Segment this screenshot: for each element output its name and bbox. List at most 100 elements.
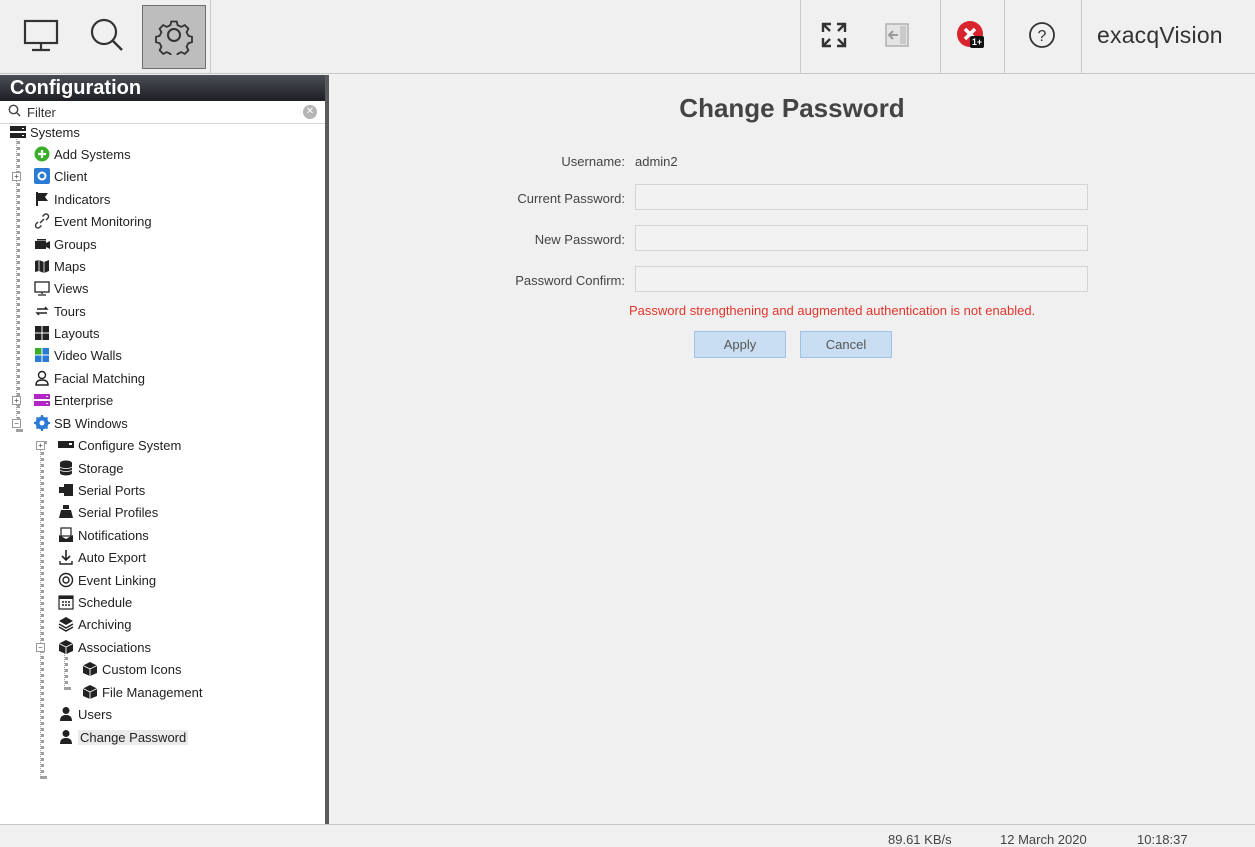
change-password-panel: Change Password Username: admin2 Current…: [329, 75, 1255, 824]
tree-item-groups[interactable]: Groups: [34, 234, 97, 254]
tree-item-label: Client: [54, 168, 88, 184]
database-icon: [58, 460, 74, 476]
tree-item-facial-matching[interactable]: Facial Matching: [34, 368, 145, 388]
tree-item-file-management[interactable]: File Management: [82, 682, 202, 702]
help-button[interactable]: ?: [1012, 5, 1072, 69]
layers-icon: [58, 616, 74, 632]
alert-count-badge: 1+: [970, 36, 984, 48]
tree-item-label: Add Systems: [54, 146, 131, 162]
tree-item-label: Configure System: [78, 437, 182, 453]
tree-item-sb-windows[interactable]: SB Windows: [34, 413, 128, 433]
toolbar-divider: [800, 0, 801, 74]
username-value: admin2: [635, 154, 678, 169]
tree-item-layouts[interactable]: Layouts: [34, 323, 100, 343]
cube-icon: [82, 661, 98, 677]
tree-line: [40, 441, 44, 779]
username-label: Username:: [561, 154, 625, 169]
new-password-field[interactable]: [635, 225, 1088, 251]
tree-item-label: Event Linking: [78, 572, 157, 588]
tree-item-change-password[interactable]: Change Password: [58, 727, 189, 747]
fullscreen-button[interactable]: [812, 5, 856, 69]
flag-icon: [34, 191, 50, 207]
tree-item-serial-ports[interactable]: Serial Ports: [58, 480, 145, 500]
user-icon: [58, 706, 74, 722]
cube-icon: [82, 684, 98, 700]
tree-item-add-systems[interactable]: Add Systems: [34, 144, 131, 164]
gear-icon: [154, 15, 194, 60]
search-icon: [8, 104, 21, 120]
live-view-button[interactable]: [9, 5, 73, 69]
expand-toggle[interactable]: +: [12, 172, 21, 181]
face-icon: [34, 370, 50, 386]
exit-panel-button[interactable]: [875, 5, 919, 69]
tree-item-label: Layouts: [54, 325, 100, 341]
tree-item-notifications[interactable]: Notifications: [58, 525, 149, 545]
tree-item-label: Associations: [78, 639, 151, 655]
tree-item-label: Auto Export: [78, 549, 146, 565]
current-password-label: Current Password:: [517, 191, 625, 206]
monitor-icon: [21, 15, 61, 60]
enterprise-icon: [34, 392, 50, 408]
cube-icon: [58, 639, 74, 655]
layout-icon: [34, 325, 50, 341]
tree-item-custom-icons[interactable]: Custom Icons: [82, 659, 181, 679]
tree-item-video-walls[interactable]: Video Walls: [34, 345, 122, 365]
tree-item-enterprise[interactable]: Enterprise: [34, 390, 113, 410]
tree-item-associations[interactable]: Associations: [58, 637, 151, 657]
confirm-password-field[interactable]: [635, 266, 1088, 292]
apply-button[interactable]: Apply: [694, 331, 786, 358]
collapse-toggle[interactable]: −: [36, 643, 45, 652]
tree-item-event-monitoring[interactable]: Event Monitoring: [34, 211, 152, 231]
toolbar-divider: [940, 0, 941, 74]
tree-item-label: Archiving: [78, 616, 132, 632]
tree-item-label: Users: [78, 706, 112, 722]
tree-item-systems[interactable]: Systems: [10, 122, 80, 142]
map-icon: [34, 258, 50, 274]
tree-item-label: Indicators: [54, 191, 111, 207]
search-icon: [87, 15, 127, 60]
device-icon: [58, 437, 74, 453]
cycle-icon: [34, 303, 50, 319]
tree-item-label: Systems: [30, 124, 80, 140]
configuration-button[interactable]: [142, 5, 206, 69]
tree-item-auto-export[interactable]: Auto Export: [58, 547, 146, 567]
collapse-panel-icon: [883, 21, 911, 54]
toolbar-divider: [1004, 0, 1005, 74]
tree-item-maps[interactable]: Maps: [34, 256, 86, 276]
tree-item-event-linking[interactable]: Event Linking: [58, 570, 156, 590]
tree-item-label: Event Monitoring: [54, 213, 152, 229]
page-title: Change Password: [679, 93, 905, 123]
status-time: 10:18:37: [1137, 832, 1188, 847]
brand-logo: exacqVision: [1097, 22, 1223, 48]
current-password-field[interactable]: [635, 184, 1088, 210]
clear-filter-icon[interactable]: ✕: [303, 105, 317, 119]
expand-toggle[interactable]: +: [36, 441, 45, 450]
tree-item-client[interactable]: Client: [34, 166, 87, 186]
collapse-toggle[interactable]: −: [12, 419, 21, 428]
tree-item-configure-system[interactable]: Configure System: [58, 435, 181, 455]
tree-item-storage[interactable]: Storage: [58, 458, 124, 478]
tree-item-views[interactable]: Views: [34, 278, 88, 298]
tree-item-archiving[interactable]: Archiving: [58, 614, 131, 634]
tree-item-indicators[interactable]: Indicators: [34, 189, 110, 209]
tree-item-label: File Management: [102, 684, 203, 700]
tree-item-serial-profiles[interactable]: Serial Profiles: [58, 502, 158, 522]
filter-placeholder: Filter: [27, 104, 56, 120]
filter-input[interactable]: Filter ✕: [0, 101, 325, 124]
cancel-button[interactable]: Cancel: [800, 331, 892, 358]
tree-item-users[interactable]: Users: [58, 704, 112, 724]
tree-item-label-selected: Change Password: [78, 729, 189, 745]
top-toolbar: 1+ ? exacqVision: [0, 0, 1255, 74]
expand-toggle[interactable]: +: [12, 396, 21, 405]
status-date: 12 March 2020: [1000, 832, 1087, 847]
tree-item-tours[interactable]: Tours: [34, 301, 86, 321]
help-icon: ?: [1027, 20, 1057, 55]
link-icon: [34, 213, 50, 229]
tree-item-label: Storage: [78, 460, 124, 476]
tree-item-label: Groups: [54, 236, 97, 252]
monitor-icon: [34, 280, 50, 296]
throughput-readout: 89.61 KB/s: [888, 832, 952, 847]
search-button[interactable]: [75, 5, 139, 69]
tree-item-schedule[interactable]: Schedule: [58, 592, 132, 612]
camera-group-icon: [34, 236, 50, 252]
